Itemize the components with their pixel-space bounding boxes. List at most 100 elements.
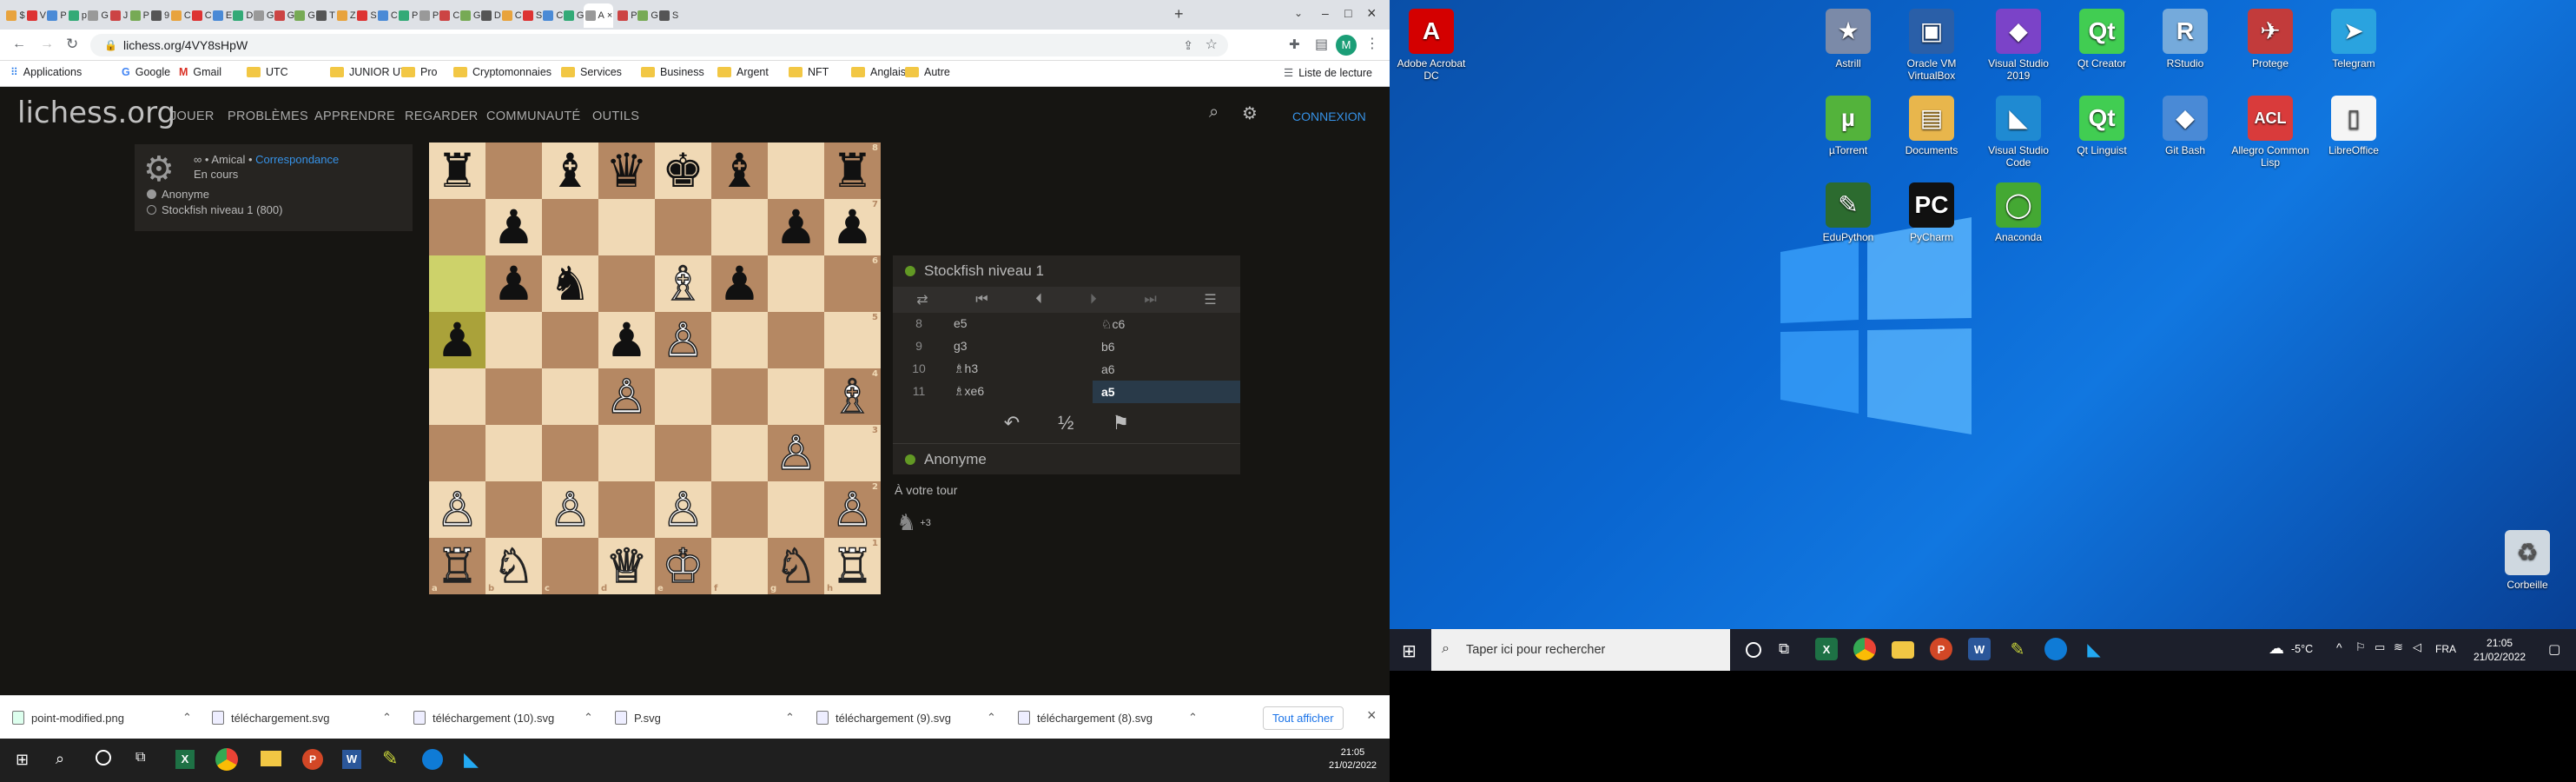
nav-jouer[interactable]: JOUER: [170, 109, 215, 123]
desktop-icon[interactable]: ◯ Anaconda: [1977, 182, 2060, 243]
square-g3[interactable]: ♙: [768, 425, 824, 481]
black-king-piece[interactable]: ♚: [662, 147, 703, 195]
flip-board-icon[interactable]: ⇄: [916, 291, 928, 308]
square-a8[interactable]: ♜: [429, 142, 485, 199]
square-h3[interactable]: 3: [824, 425, 881, 481]
desktop-icon[interactable]: Qt Qt Creator: [2060, 9, 2143, 70]
square-c3[interactable]: [542, 425, 598, 481]
square-a6[interactable]: [429, 255, 485, 312]
task-view-icon[interactable]: ⧉: [1779, 640, 1789, 658]
network-icon[interactable]: ⚐: [2355, 640, 2366, 654]
square-e2[interactable]: ♙: [655, 481, 711, 538]
browser-tab[interactable]: P: [398, 3, 419, 28]
bookmark-item[interactable]: M Gmail: [179, 66, 221, 78]
chrome-icon[interactable]: [1853, 638, 1876, 660]
chevron-up-icon[interactable]: ⌃: [182, 711, 192, 725]
bookmark-item[interactable]: NFT: [789, 66, 829, 78]
tab-close-icon[interactable]: ×: [607, 10, 612, 21]
square-a3[interactable]: [429, 425, 485, 481]
player-black[interactable]: Stockfish niveau 1 (800): [147, 203, 400, 216]
square-f8[interactable]: ♝: [711, 142, 768, 199]
square-e5[interactable]: ♙: [655, 312, 711, 368]
profile-avatar[interactable]: M: [1336, 35, 1357, 56]
black-pawn-piece[interactable]: ♟: [775, 203, 816, 251]
search-icon[interactable]: ⌕: [1209, 103, 1219, 123]
white-move[interactable]: ♗xe6: [954, 384, 984, 399]
bookmark-item[interactable]: ⠿ Applications: [10, 66, 82, 78]
black-pawn-piece[interactable]: ♟: [492, 203, 534, 251]
download-item[interactable]: point-modified.png ⌃: [12, 703, 192, 732]
browser-tab[interactable]: C: [170, 3, 191, 28]
wifi-icon[interactable]: ≋: [2394, 640, 2403, 654]
square-b1[interactable]: ♘ b: [485, 538, 542, 594]
excel-icon[interactable]: X: [175, 750, 195, 769]
browser-tab[interactable]: D: [480, 3, 501, 28]
square-e8[interactable]: ♚: [655, 142, 711, 199]
browser-tab[interactable]: G: [253, 3, 274, 28]
browser-tab[interactable]: A ×: [584, 3, 614, 28]
black-bishop-piece[interactable]: ♝: [549, 147, 591, 195]
square-d1[interactable]: ♕ d: [598, 538, 655, 594]
desktop-icon[interactable]: ▣ Oracle VM VirtualBox: [1890, 9, 1973, 82]
square-f6[interactable]: ♟: [711, 255, 768, 312]
white-king-piece[interactable]: ♔: [662, 541, 705, 590]
edge-icon[interactable]: [422, 749, 443, 770]
powerpoint-icon[interactable]: P: [302, 749, 323, 770]
browser-tab[interactable]: P: [129, 3, 150, 28]
white-pawn-piece[interactable]: ♙: [775, 428, 818, 477]
weather-temp[interactable]: -5°C: [2291, 643, 2313, 655]
show-all-button[interactable]: Tout afficher: [1263, 706, 1344, 730]
square-a1[interactable]: ♖ a: [429, 538, 485, 594]
first-move-icon[interactable]: ⏮: [975, 292, 987, 308]
square-d7[interactable]: [598, 199, 655, 255]
browser-tab[interactable]: J: [109, 3, 129, 28]
square-f2[interactable]: [711, 481, 768, 538]
white-move[interactable]: e5: [954, 316, 968, 330]
cortana-icon[interactable]: [1746, 642, 1761, 658]
black-pawn-piece[interactable]: ♟: [605, 316, 647, 364]
square-a7[interactable]: [429, 199, 485, 255]
black-move[interactable]: b6: [1093, 335, 1240, 358]
white-pawn-piece[interactable]: ♙: [662, 485, 705, 533]
square-g4[interactable]: [768, 368, 824, 425]
square-g7[interactable]: ♟: [768, 199, 824, 255]
square-b7[interactable]: ♟: [485, 199, 542, 255]
edupython-icon[interactable]: ✎: [382, 747, 398, 770]
tray-chevron-icon[interactable]: ^: [2336, 640, 2342, 654]
white-bishop-piece[interactable]: ♗: [831, 372, 875, 421]
browser-tab[interactable]: S: [357, 3, 378, 28]
browser-tab[interactable]: S: [658, 3, 679, 28]
square-h7[interactable]: ♟ 7: [824, 199, 881, 255]
white-bishop-piece[interactable]: ♗: [662, 259, 705, 308]
white-move[interactable]: ♗h3: [954, 361, 978, 376]
square-c5[interactable]: [542, 312, 598, 368]
browser-tab[interactable]: G: [563, 3, 585, 28]
desktop-icon[interactable]: ★ Astrill: [1807, 9, 1890, 70]
bookmark-item[interactable]: Services: [561, 66, 622, 78]
square-d6[interactable]: [598, 255, 655, 312]
desktop-icon[interactable]: ▤ Documents: [1890, 96, 1973, 156]
settings-gear-icon[interactable]: ⚙: [1242, 103, 1258, 124]
square-c6[interactable]: ♞: [542, 255, 598, 312]
chevron-up-icon[interactable]: ⌃: [1188, 711, 1198, 725]
black-move[interactable]: a6: [1093, 358, 1240, 381]
white-pawn-piece[interactable]: ♙: [549, 485, 592, 533]
browser-tab[interactable]: V: [26, 3, 47, 28]
black-move[interactable]: a5: [1093, 381, 1240, 403]
download-item[interactable]: P.svg ⌃: [615, 703, 795, 732]
reading-mode-icon[interactable]: ▤: [1315, 36, 1328, 53]
forward-icon[interactable]: →: [40, 36, 54, 52]
prev-move-icon[interactable]: ⏴: [1035, 292, 1042, 308]
square-c1[interactable]: c: [542, 538, 598, 594]
menu-icon[interactable]: ☰: [1204, 291, 1216, 308]
black-rook-piece[interactable]: ♜: [831, 147, 873, 195]
download-item[interactable]: téléchargement (10).svg ⌃: [413, 703, 593, 732]
square-e4[interactable]: [655, 368, 711, 425]
square-h2[interactable]: ♙ 2: [824, 481, 881, 538]
chevron-up-icon[interactable]: ⌃: [785, 711, 795, 725]
desktop-icon[interactable]: ✈ Protege: [2229, 9, 2312, 70]
white-pawn-piece[interactable]: ♙: [605, 372, 649, 421]
square-c4[interactable]: [542, 368, 598, 425]
desktop-icon[interactable]: ACL Allegro Common Lisp: [2229, 96, 2312, 169]
maximize-button[interactable]: □: [1344, 6, 1351, 20]
